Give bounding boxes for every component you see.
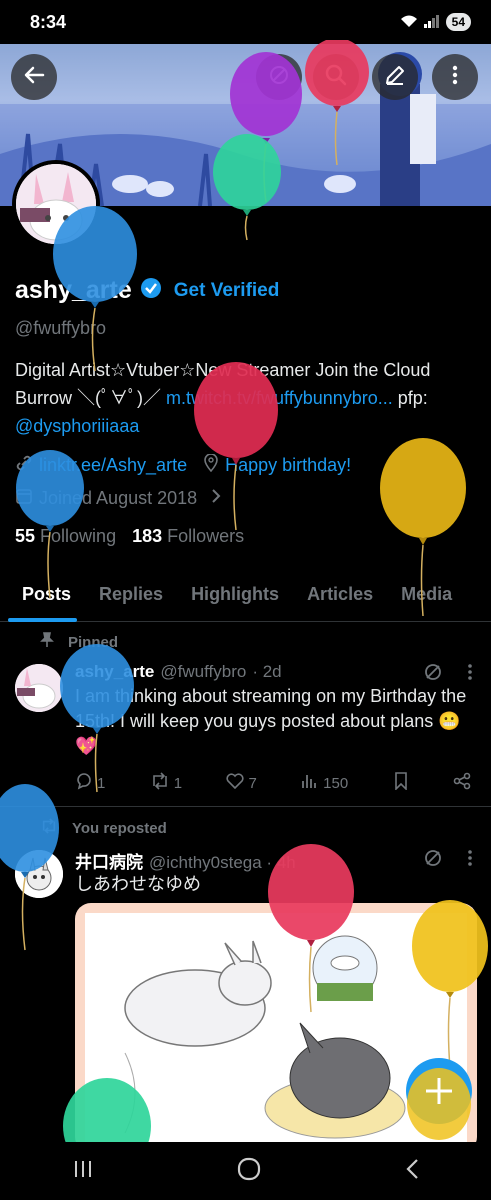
post-header: 井口病院 @ichthy0stega · 4h <box>75 848 296 873</box>
followers-count: 183 <box>132 526 163 546</box>
share-icon <box>453 772 471 794</box>
bio-pfp-text: pfp: <box>392 388 428 408</box>
balloon-red-low <box>268 844 354 1013</box>
post-more-icon[interactable] <box>467 663 473 686</box>
system-nav-bar <box>0 1142 491 1200</box>
signal-icon <box>423 14 440 31</box>
views-button[interactable]: 150 <box>301 773 348 793</box>
back-button[interactable] <box>11 54 57 100</box>
edit-icon <box>384 64 406 91</box>
edit-button[interactable] <box>372 54 418 100</box>
balloon-green-top <box>213 134 281 241</box>
post-author-name[interactable]: 井口病院 <box>75 848 143 873</box>
repost-button[interactable]: 1 <box>150 772 182 794</box>
battery-indicator: 54 <box>445 13 471 31</box>
balloon-red-mid <box>194 362 278 531</box>
more-button[interactable] <box>432 54 478 100</box>
tab-highlights[interactable]: Highlights <box>177 570 293 622</box>
balloon-blue-3 <box>60 644 134 793</box>
repost-count: 1 <box>173 774 183 792</box>
tab-articles[interactable]: Articles <box>293 570 387 622</box>
home-icon[interactable] <box>237 1157 261 1186</box>
bio-mention[interactable]: @dysphoriiiaaa <box>15 416 139 436</box>
more-icon <box>444 64 466 91</box>
status-bar: 8:34 54 <box>0 0 491 44</box>
repost-label: You reposted <box>72 819 167 837</box>
balloon-yellow-2 <box>412 900 488 1069</box>
recent-apps-icon[interactable] <box>72 1159 94 1184</box>
status-icons: 54 <box>400 13 471 31</box>
back-arrow-icon <box>23 64 45 91</box>
balloon-red-top <box>305 40 369 166</box>
bookmark-button[interactable] <box>393 772 409 794</box>
balloon-yellow-1 <box>380 438 466 617</box>
balloon-blue-4 <box>0 784 59 951</box>
heart-icon <box>226 773 244 793</box>
balloon-green-low <box>63 1078 151 1146</box>
balloon-blue-1 <box>53 206 137 372</box>
wifi-icon <box>400 14 418 31</box>
grok-icon[interactable] <box>423 848 443 873</box>
post-author-handle[interactable]: @fwuffybro <box>160 662 246 682</box>
status-time: 8:34 <box>30 11 67 32</box>
pin-icon <box>40 632 54 652</box>
like-count: 7 <box>248 774 257 792</box>
post-time: · 2d <box>252 662 282 681</box>
back-nav-icon[interactable] <box>405 1158 419 1185</box>
post-top-actions <box>423 848 473 873</box>
post-more-icon[interactable] <box>467 849 473 872</box>
compose-button[interactable] <box>404 1056 474 1146</box>
like-button[interactable]: 7 <box>226 773 257 793</box>
share-button[interactable] <box>453 772 471 794</box>
views-icon <box>301 773 319 793</box>
post-avatar[interactable] <box>15 664 63 712</box>
bookmark-icon <box>393 772 409 794</box>
tab-replies[interactable]: Replies <box>85 570 177 622</box>
balloon-blue-2 <box>16 450 84 599</box>
post-divider <box>0 806 491 807</box>
verified-icon <box>140 277 162 304</box>
views-count: 150 <box>323 774 349 792</box>
get-verified-link[interactable]: Get Verified <box>174 280 280 302</box>
repost-icon <box>150 772 170 794</box>
